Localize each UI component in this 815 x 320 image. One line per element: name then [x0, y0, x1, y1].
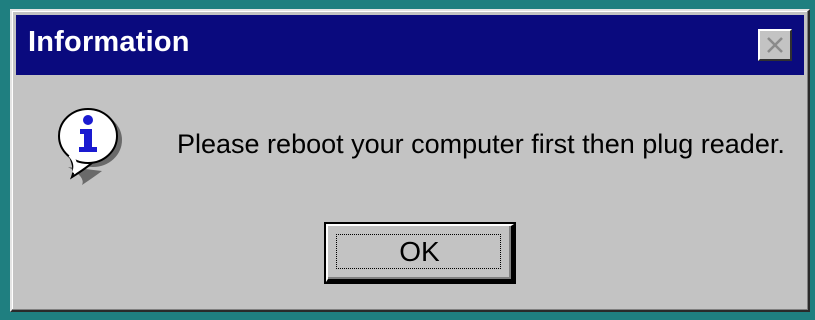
- close-button[interactable]: [758, 29, 792, 61]
- ok-button-label: OK: [399, 236, 440, 267]
- dialog-message: Please reboot your computer first then p…: [177, 129, 785, 159]
- ok-button[interactable]: OK: [324, 222, 516, 284]
- info-icon: [48, 103, 140, 187]
- close-icon: [767, 37, 783, 53]
- information-dialog: Information Please reboot your computer …: [10, 9, 810, 312]
- dialog-titlebar[interactable]: Information: [16, 15, 804, 75]
- dialog-title: Information: [28, 26, 190, 58]
